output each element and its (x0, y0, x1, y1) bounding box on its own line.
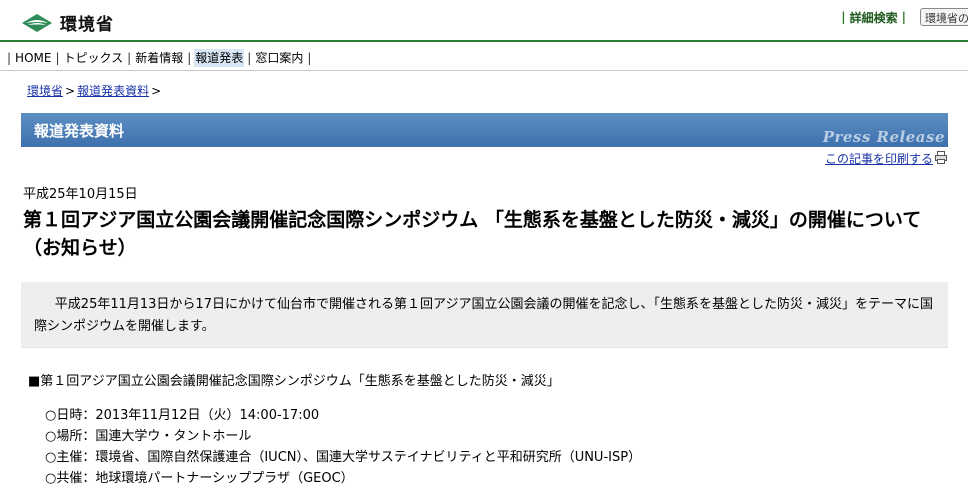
article-headline: 第１回アジア国立公園会議開催記念国際シンポジウム 「生態系を基盤とした防災・減災… (23, 209, 922, 259)
nav-separator: | (187, 51, 192, 65)
nav-item-topics[interactable]: トピックス (63, 49, 125, 67)
breadcrumb-arrow: > (151, 84, 162, 98)
ministry-logo-icon (22, 13, 52, 32)
lead-box: 平成25年11月13日から17日にかけて仙台市で開催される第１回アジア国立公園会… (21, 282, 948, 348)
nav-item-home[interactable]: HOME (14, 49, 52, 67)
section-subtitle: Press Release (822, 128, 945, 146)
event-details: ○日時：2013年11月12日（火）14:00-17:00 ○場所：国連大学ウ・… (45, 405, 641, 489)
article-date: 平成25年10月15日 (23, 187, 138, 202)
nav-separator: | (7, 51, 12, 65)
site-logo[interactable]: 環境省 (20, 10, 114, 35)
global-nav: | HOME | トピックス | 新着情報 | 報道発表 | 窓口案内 | (4, 48, 314, 68)
nav-separator: | (307, 51, 312, 65)
separator: | (901, 10, 906, 24)
nav-separator: | (247, 51, 252, 65)
detail-venue: ○場所：国連大学ウ・タントホール (45, 429, 252, 444)
logo-text: 環境省 (60, 15, 114, 35)
symposium-title: ■第１回アジア国立公園会議開催記念国際シンポジウム「生態系を基盤とした防災・減災… (28, 374, 560, 389)
header-divider (0, 40, 968, 42)
printer-icon[interactable] (935, 151, 947, 164)
advanced-search-link[interactable]: 詳細検索 (850, 9, 898, 26)
lead-text: 平成25年11月13日から17日にかけて仙台市で開催される第１回アジア国立公園会… (34, 297, 933, 334)
header-search: | 詳細検索 | 環境省の (837, 8, 968, 26)
nav-item-news[interactable]: 新着情報 (134, 49, 184, 67)
detail-cosponsor: ○共催：地球環境パートナーシッププラザ（GEOC） (45, 471, 354, 486)
breadcrumb-link-press[interactable]: 報道発表資料 (77, 84, 149, 98)
nav-item-contact[interactable]: 窓口案内 (254, 49, 304, 67)
separator: | (841, 10, 846, 24)
section-title: 報道発表資料 (34, 122, 125, 140)
print-article-link[interactable]: この記事を印刷する (825, 150, 933, 167)
nav-separator: | (127, 51, 132, 65)
search-input[interactable]: 環境省の (920, 8, 968, 26)
detail-organizers: ○主催：環境省、国際自然保護連合（IUCN）、国連大学サステイナビリティと平和研… (45, 450, 642, 465)
nav-divider (0, 70, 968, 71)
breadcrumb: 環境省 > 報道発表資料 > (27, 82, 163, 99)
section-title-band: 報道発表資料 Press Release (21, 113, 948, 147)
nav-separator: | (55, 51, 60, 65)
breadcrumb-link-home[interactable]: 環境省 (27, 84, 63, 98)
nav-item-press[interactable]: 報道発表 (194, 49, 245, 67)
site-header: 環境省 | 詳細検索 | 環境省の (0, 0, 968, 42)
breadcrumb-arrow: > (65, 84, 76, 98)
detail-datetime: ○日時：2013年11月12日（火）14:00-17:00 (45, 408, 320, 423)
